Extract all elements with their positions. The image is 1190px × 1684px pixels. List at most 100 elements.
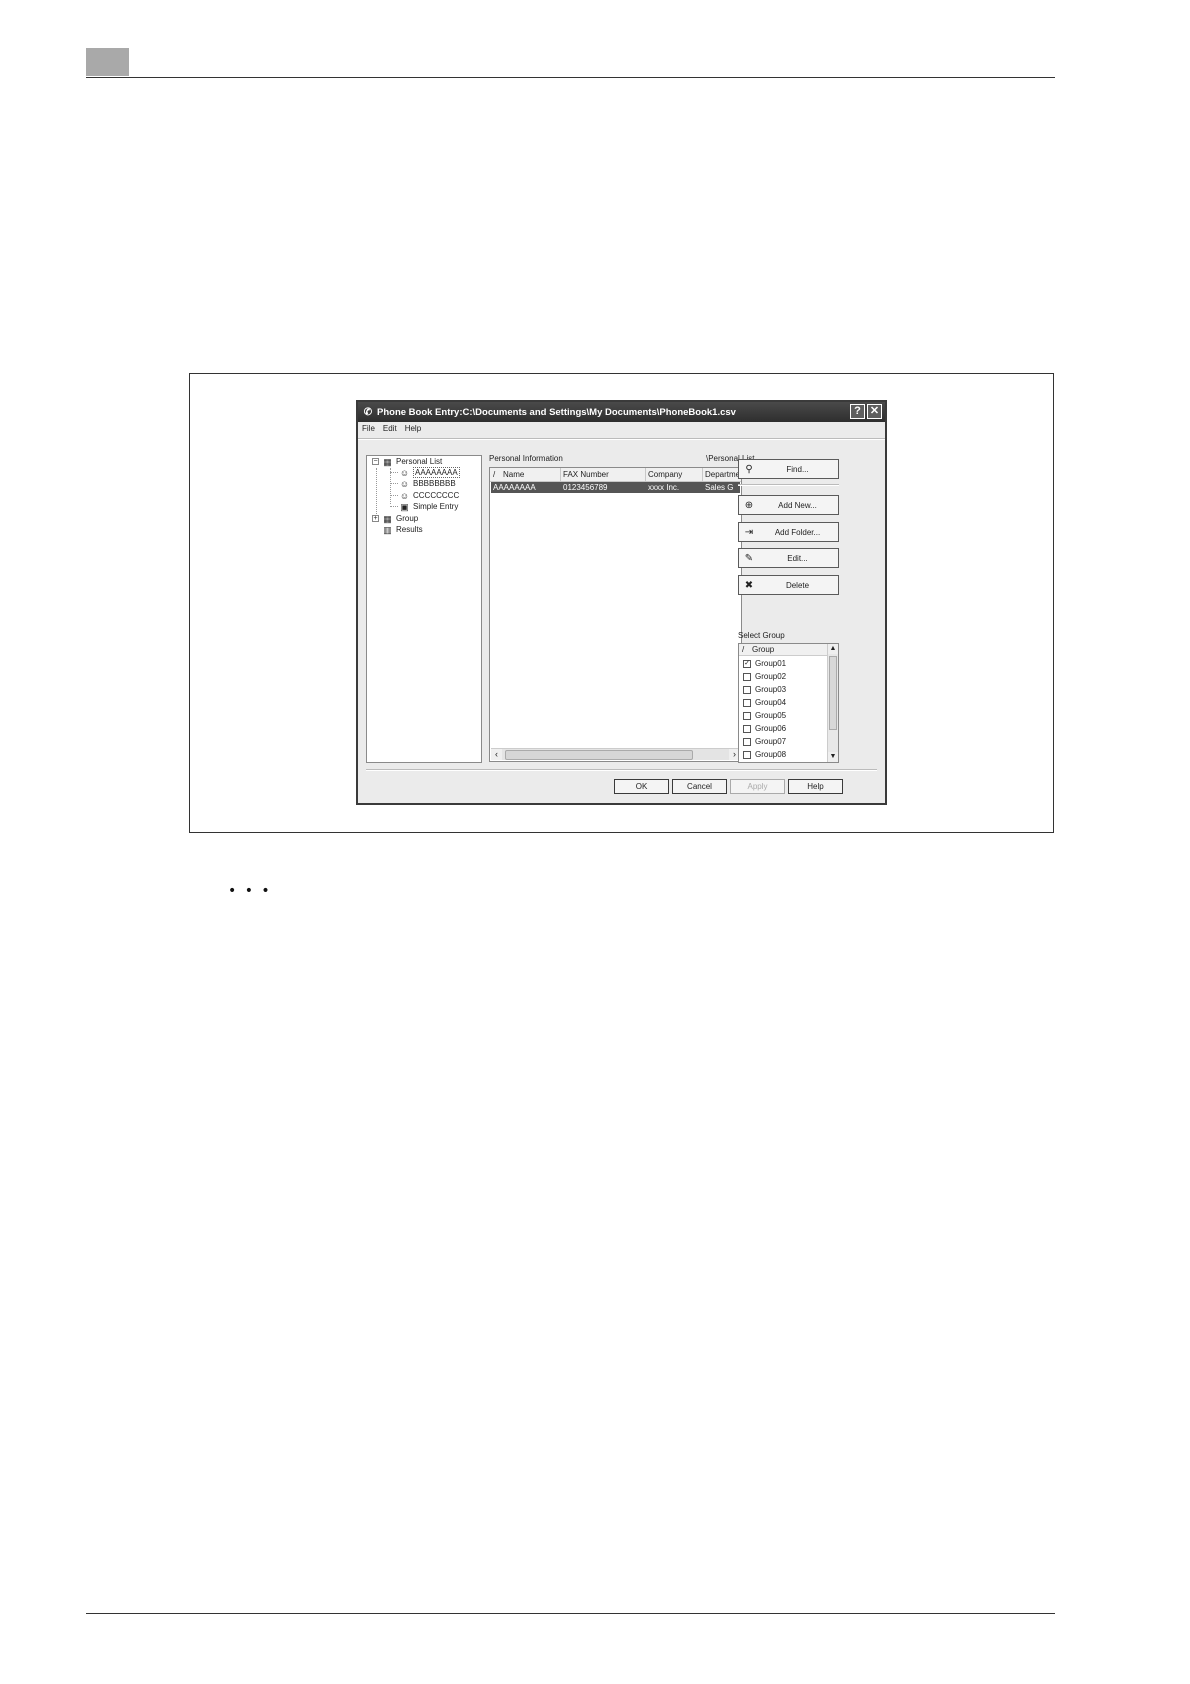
group-item[interactable]: Group05 (743, 710, 786, 721)
personal-information-label: Personal Information (489, 454, 563, 463)
checkbox-icon[interactable] (743, 711, 751, 720)
tree-node-entry-3[interactable]: ☺ CCCCCCCC (399, 490, 459, 501)
person-icon: ☺ (399, 490, 410, 501)
header-rule (86, 77, 1055, 78)
delete-button[interactable]: ✖ Delete (738, 575, 839, 595)
cell-department: Sales G (705, 483, 734, 492)
scroll-thumb[interactable] (505, 750, 693, 760)
button-separator (738, 484, 839, 486)
cancel-button[interactable]: Cancel (672, 779, 727, 794)
vertical-scrollbar[interactable]: ▲ ▼ (827, 644, 838, 762)
tree-node-entry-1[interactable]: ☺ AAAAAAAA (399, 467, 460, 478)
group-item[interactable]: Group08 (743, 749, 786, 760)
title-bar[interactable]: ✆ Phone Book Entry:C:\Documents and Sett… (358, 402, 885, 422)
scroll-thumb[interactable] (829, 656, 837, 730)
window-title: Phone Book Entry:C:\Documents and Settin… (377, 406, 736, 418)
group-item-label: Group08 (755, 750, 787, 759)
cell-company: xxxx Inc. (648, 483, 680, 492)
expand-icon[interactable]: + (372, 515, 379, 522)
group-item-label: Group06 (755, 724, 787, 733)
column-header-department[interactable]: Departmer (705, 470, 741, 479)
checkbox-icon[interactable] (743, 685, 751, 694)
group-item[interactable]: Group07 (743, 736, 786, 747)
column-header-fax-number[interactable]: FAX Number (563, 470, 609, 479)
scroll-up-icon[interactable]: ▲ (828, 644, 838, 654)
column-header-company[interactable]: Company (648, 470, 682, 479)
tree-node-simple-entry[interactable]: ▣ Simple Entry (399, 501, 458, 512)
find-button[interactable]: ⚲ Find... (738, 459, 839, 479)
checkbox-checked-icon[interactable]: ✓ (743, 659, 751, 668)
group-item-label: Group02 (755, 672, 787, 681)
tree-node-personal-list[interactable]: − ▦ Personal List (372, 456, 442, 467)
pencil-icon: ✎ (744, 553, 754, 564)
person-icon: ☺ (399, 467, 410, 478)
person-icon: ☺ (399, 478, 410, 489)
tree-line (376, 468, 377, 516)
list-header: / Name FAX Number Company Departmer (490, 468, 741, 482)
collapse-icon[interactable]: − (372, 458, 379, 465)
tree-node-results[interactable]: ▥ Results (382, 524, 423, 535)
edit-button-label: Edit... (787, 554, 808, 563)
help-button[interactable]: Help (788, 779, 843, 794)
personal-information-list[interactable]: / Name FAX Number Company Departmer AAAA… (489, 467, 742, 762)
select-group-list[interactable]: / Group ✓ Group01 Group02 Group03 Group04 Gro… (738, 643, 839, 763)
group-list-header: / Group (739, 644, 828, 656)
tree-line (390, 472, 398, 473)
group-item[interactable]: Group03 (743, 684, 786, 695)
footer-separator (366, 769, 877, 771)
tree-label: Group (396, 514, 419, 523)
checkbox-icon[interactable] (743, 698, 751, 707)
checkbox-icon[interactable] (743, 750, 751, 759)
tree-label: CCCCCCCC (413, 491, 460, 500)
column-header-group[interactable]: Group (752, 645, 774, 654)
group-item[interactable]: ✓ Group01 (743, 658, 786, 669)
delete-icon: ✖ (744, 580, 754, 591)
tree-label: AAAAAAAA (413, 467, 460, 478)
group-item[interactable]: Group04 (743, 697, 786, 708)
add-new-button-label: Add New... (778, 501, 817, 510)
column-divider[interactable] (560, 468, 561, 481)
phone-book-app-icon: ✆ (363, 406, 373, 418)
phone-book-tree[interactable]: − ▦ Personal List ☺ AAAAAAAA ☺ BBBBBBBB … (366, 455, 482, 763)
cell-name: AAAAAAAA (493, 483, 536, 492)
phone-book-entry-dialog: ✆ Phone Book Entry:C:\Documents and Sett… (356, 400, 887, 805)
menu-help[interactable]: Help (405, 424, 421, 436)
tree-node-group[interactable]: + ▦ Group (372, 513, 418, 524)
apply-button[interactable]: Apply (730, 779, 785, 794)
tree-line (390, 495, 398, 496)
delete-button-label: Delete (785, 581, 810, 590)
tree-line (390, 468, 391, 504)
group-item-label: Group05 (755, 711, 787, 720)
address-book-icon: ▦ (383, 456, 392, 467)
group-item-label: Group04 (755, 698, 787, 707)
add-new-button[interactable]: ⊕ Add New... (738, 495, 839, 515)
group-item-label: Group07 (755, 737, 787, 746)
add-folder-icon: ⇥ (744, 527, 754, 538)
menu-file[interactable]: File (362, 424, 375, 436)
group-item[interactable]: Group06 (743, 723, 786, 734)
column-divider[interactable] (702, 468, 703, 481)
edit-button[interactable]: ✎ Edit... (738, 548, 839, 568)
column-header-name[interactable]: Name (503, 470, 524, 479)
list-row-selected[interactable]: AAAAAAAA 0123456789 xxxx Inc. Sales G (491, 482, 740, 493)
tree-label: Simple Entry (413, 502, 459, 511)
help-title-button[interactable]: ? (850, 404, 865, 419)
add-folder-button[interactable]: ⇥ Add Folder... (738, 522, 839, 542)
menu-edit[interactable]: Edit (383, 424, 397, 436)
close-button[interactable]: ✕ (867, 404, 882, 419)
ok-button[interactable]: OK (614, 779, 669, 794)
scroll-down-icon[interactable]: ▼ (828, 752, 838, 762)
tree-line (390, 483, 398, 484)
continuation-marker: • • • (228, 883, 272, 899)
scroll-left-icon[interactable]: ‹ (491, 749, 502, 760)
column-divider[interactable] (645, 468, 646, 481)
checkbox-icon[interactable] (743, 737, 751, 746)
checkbox-icon[interactable] (743, 672, 751, 681)
tree-label: Results (396, 525, 423, 534)
group-item[interactable]: Group02 (743, 671, 786, 682)
page-header-box (86, 48, 129, 76)
simple-entry-icon: ▣ (400, 501, 409, 512)
tree-node-entry-2[interactable]: ☺ BBBBBBBB (399, 478, 456, 489)
checkbox-icon[interactable] (743, 724, 751, 733)
horizontal-scrollbar[interactable]: ‹ › (491, 748, 740, 760)
